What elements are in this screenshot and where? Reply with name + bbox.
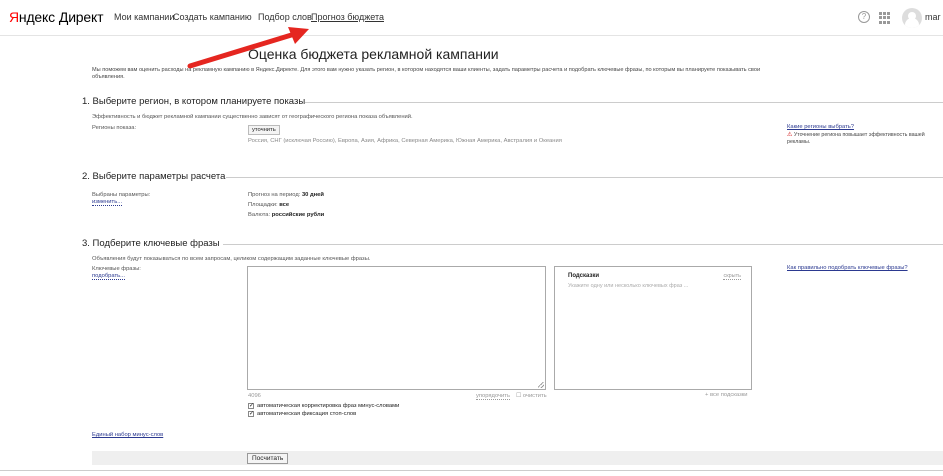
section-keywords-title: 3. Подберите ключевые фразы bbox=[82, 238, 220, 249]
regions-label: Регионы показа: bbox=[92, 125, 137, 131]
divider bbox=[305, 102, 943, 103]
logo-letter: Я bbox=[9, 9, 19, 25]
nav-my-campaigns[interactable]: Мои кампании bbox=[114, 12, 174, 22]
auto-stopwords-label: автоматическая фиксация стоп-слов bbox=[257, 411, 357, 417]
region-warning-text: Уточнение региона повышает эффективность… bbox=[787, 132, 925, 145]
period-value: 30 дней bbox=[301, 192, 324, 198]
pick-keywords-link[interactable]: подобрать... bbox=[92, 273, 125, 280]
hints-title: Подсказки bbox=[568, 273, 600, 279]
sites-label: Площадки: bbox=[248, 202, 278, 208]
auto-minus-checkbox[interactable]: ✓ bbox=[248, 403, 254, 409]
char-counter: 4096 bbox=[248, 393, 261, 399]
keywords-textarea[interactable] bbox=[247, 266, 546, 390]
hints-placeholder: Укажите одну или несколько ключевых фраз… bbox=[568, 283, 689, 289]
warning-icon: ⚠ bbox=[787, 132, 793, 138]
sites-value: все bbox=[279, 202, 290, 208]
nav-create-campaign[interactable]: Создать кампанию bbox=[173, 12, 252, 22]
calculate-button[interactable]: Посчитать bbox=[247, 453, 289, 464]
avatar[interactable] bbox=[902, 8, 922, 28]
change-params-link[interactable]: изменить... bbox=[92, 199, 123, 206]
nav-word-selection[interactable]: Подбор слов bbox=[258, 12, 312, 22]
yandex-direct-logo[interactable]: Яндекс Директ bbox=[9, 9, 103, 25]
sort-link[interactable]: упорядочить bbox=[476, 393, 510, 400]
divider bbox=[223, 244, 943, 245]
hide-hints-link[interactable]: скрыть bbox=[723, 273, 741, 280]
region-warning: ⚠ Уточнение региона повышает эффективнос… bbox=[787, 132, 942, 146]
more-hints-link[interactable]: + все подсказки bbox=[705, 392, 748, 398]
period-label: Прогноз на период: bbox=[248, 192, 301, 198]
clear-checkbox-icon: ☐ bbox=[516, 393, 522, 399]
hints-panel: Подсказки скрыть Укажите одну или нескол… bbox=[554, 266, 752, 390]
keywords-label: Ключевые фразы: bbox=[92, 266, 141, 272]
clear-link[interactable]: ☐ очистить bbox=[516, 393, 547, 399]
keywords-description: Объявления будут показываться по всем за… bbox=[92, 256, 371, 262]
currency-label: Валюта: bbox=[248, 212, 271, 218]
clear-label: очистить bbox=[522, 393, 547, 399]
minus-words-link[interactable]: Единый набор минус-слов bbox=[92, 432, 163, 438]
user-login[interactable]: mar bbox=[925, 12, 941, 22]
auto-stopwords-checkbox[interactable]: ✓ bbox=[248, 411, 254, 417]
period-row: Прогноз на период: 30 дней bbox=[248, 192, 324, 198]
resize-handle[interactable] bbox=[538, 382, 544, 388]
region-description: Эффективность и бюджет рекламной кампани… bbox=[92, 114, 413, 120]
divider bbox=[226, 177, 943, 178]
apps-grid-icon[interactable] bbox=[879, 12, 891, 24]
top-header: Яндекс Директ Мои кампании Создать кампан… bbox=[0, 0, 943, 36]
which-regions-link[interactable]: Какие регионы выбрать? bbox=[787, 124, 854, 130]
currency-row: Валюта: российские рубли bbox=[248, 212, 324, 218]
page-intro: Мы поможем вам оценить расходы на реклам… bbox=[92, 67, 761, 80]
help-icon[interactable]: ? bbox=[858, 11, 870, 23]
params-label: Выбраны параметры: bbox=[92, 192, 151, 198]
section-region-title: 1. Выберите регион, в котором планируете… bbox=[82, 96, 306, 107]
logo-product: Директ bbox=[58, 9, 104, 25]
section-params-title: 2. Выберите параметры расчета bbox=[82, 171, 226, 182]
sites-row: Площадки: все bbox=[248, 202, 289, 208]
regions-list: Россия, СНГ (исключая Россию), Европа, А… bbox=[248, 138, 562, 144]
currency-value: российские рубли bbox=[271, 212, 325, 218]
footer-bar bbox=[92, 451, 943, 465]
keywords-help-link[interactable]: Как правильно подобрать ключевые фразы? bbox=[787, 265, 908, 271]
auto-minus-label: автоматическая корректировка фраз минус-… bbox=[257, 403, 400, 409]
page-title: Оценка бюджета рекламной кампании bbox=[248, 46, 499, 62]
bottom-divider bbox=[0, 470, 943, 471]
logo-text: ндекс bbox=[18, 9, 55, 25]
refine-region-button[interactable]: уточнить bbox=[248, 125, 280, 135]
nav-budget-forecast[interactable]: Прогноз бюджета bbox=[311, 12, 384, 22]
